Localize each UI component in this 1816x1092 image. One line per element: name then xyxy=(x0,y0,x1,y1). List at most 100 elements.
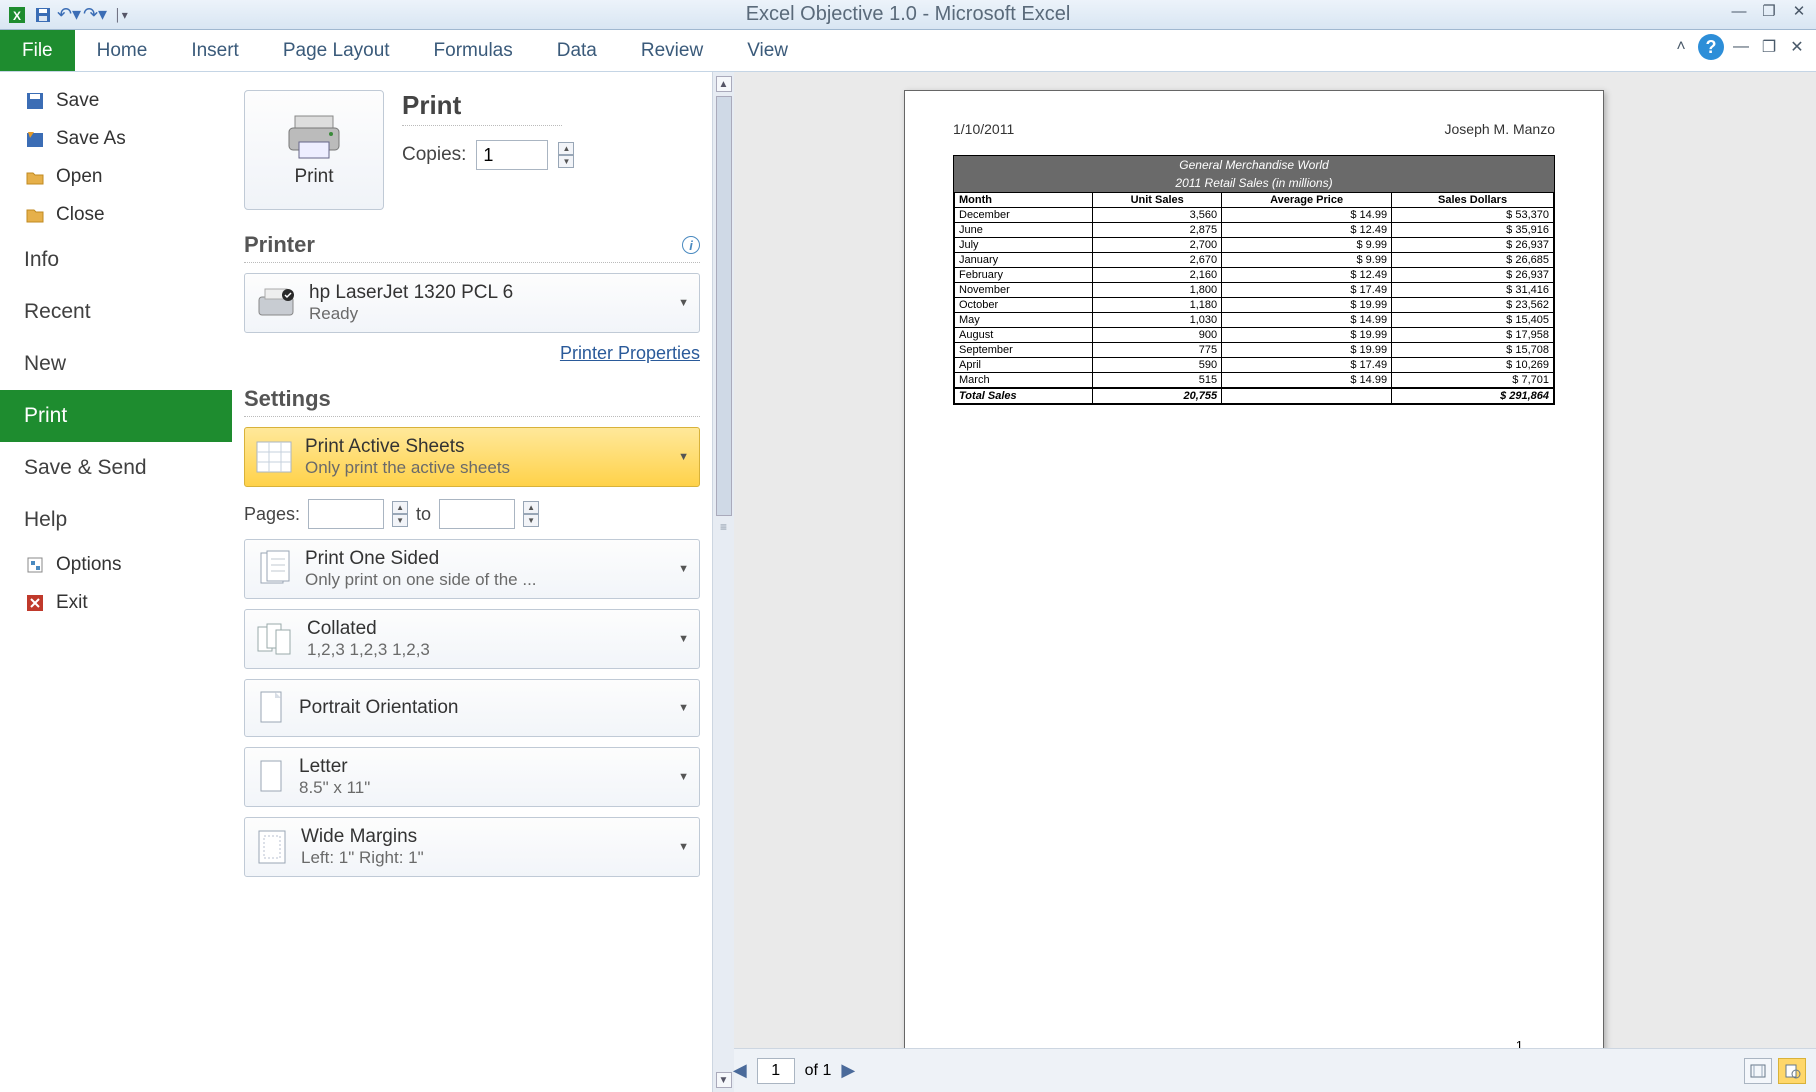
printer-info-icon[interactable]: i xyxy=(682,236,700,254)
nav-options[interactable]: Options xyxy=(0,546,232,584)
tab-view[interactable]: View xyxy=(725,30,810,71)
printer-status: Ready xyxy=(309,304,513,324)
next-page-button[interactable]: ▶ xyxy=(841,1060,855,1081)
nav-label: Save & Send xyxy=(24,456,147,480)
page-number-input[interactable] xyxy=(757,1058,795,1084)
nav-help[interactable]: Help xyxy=(0,494,232,546)
tab-formulas[interactable]: Formulas xyxy=(412,30,535,71)
preview-navbar: ◀ of 1 ▶ xyxy=(734,1048,1816,1092)
tab-review[interactable]: Review xyxy=(619,30,725,71)
minimize-button[interactable]: — xyxy=(1726,2,1752,20)
scroll-thumb[interactable] xyxy=(716,96,732,516)
margins-icon xyxy=(255,827,289,867)
sides-sub: Only print on one side of the ... xyxy=(305,570,537,590)
printer-icon xyxy=(255,285,297,321)
printer-selector[interactable]: hp LaserJet 1320 PCL 6 Ready ▼ xyxy=(244,273,700,333)
dropdown-arrow-icon: ▼ xyxy=(678,297,689,309)
table-row: June2,875$ 12.49$ 35,916 xyxy=(955,223,1554,238)
zoom-to-page-button[interactable] xyxy=(1778,1058,1806,1084)
scroll-down-icon[interactable]: ▼ xyxy=(716,1072,732,1088)
table-row: October1,180$ 19.99$ 23,562 xyxy=(955,298,1554,313)
nav-new[interactable]: New xyxy=(0,338,232,390)
nav-open[interactable]: Open xyxy=(0,158,232,196)
undo-icon[interactable]: ↶▾ xyxy=(58,4,80,26)
quick-access-toolbar: X ↶▾ ↷▾ │▾ xyxy=(0,4,138,26)
exit-icon xyxy=(24,592,46,614)
preview-canvas: 1/10/2011 Joseph M. Manzo General Mercha… xyxy=(734,72,1816,1048)
backstage-nav: Save Save As Open Close Info Recent New … xyxy=(0,72,232,1092)
nav-print[interactable]: Print xyxy=(0,390,232,442)
nav-exit[interactable]: Exit xyxy=(0,584,232,622)
tab-data[interactable]: Data xyxy=(535,30,619,71)
pages-to-input[interactable] xyxy=(439,499,515,529)
titlebar: X ↶▾ ↷▾ │▾ Excel Objective 1.0 - Microso… xyxy=(0,0,1816,30)
sheets-icon xyxy=(255,440,293,474)
copies-spinner: ▲ ▼ xyxy=(558,142,574,168)
paper-icon xyxy=(255,757,287,797)
margins-selector[interactable]: Wide Margins Left: 1" Right: 1" ▼ xyxy=(244,817,700,877)
tab-home[interactable]: Home xyxy=(75,30,170,71)
doc-restore-button[interactable]: ❐ xyxy=(1758,38,1780,56)
total-label: Total Sales xyxy=(955,388,1093,404)
nav-recent[interactable]: Recent xyxy=(0,286,232,338)
print-what-title: Print Active Sheets xyxy=(305,436,510,458)
file-tab[interactable]: File xyxy=(0,30,75,71)
collated-icon xyxy=(255,621,295,657)
print-heading: Print xyxy=(402,90,562,126)
doc-minimize-button[interactable]: — xyxy=(1730,38,1752,56)
svg-text:X: X xyxy=(13,9,21,23)
copies-input[interactable] xyxy=(476,140,548,170)
scroll-grip-icon: ≡ xyxy=(720,520,727,534)
dropdown-arrow-icon: ▼ xyxy=(678,702,689,714)
nav-save[interactable]: Save xyxy=(0,82,232,120)
help-icon[interactable]: ? xyxy=(1698,34,1724,60)
print-pane-scrollbar[interactable]: ▲ ≡ ▼ xyxy=(712,72,734,1092)
nav-save-as[interactable]: Save As xyxy=(0,120,232,158)
save-icon[interactable] xyxy=(32,4,54,26)
print-button[interactable]: Print xyxy=(244,90,384,210)
orientation-selector[interactable]: Portrait Orientation ▼ xyxy=(244,679,700,737)
spinner-down-icon[interactable]: ▼ xyxy=(392,514,408,527)
spinner-up-icon[interactable]: ▲ xyxy=(558,142,574,155)
nav-label: Exit xyxy=(56,592,88,614)
spinner-down-icon[interactable]: ▼ xyxy=(523,514,539,527)
prev-page-button[interactable]: ◀ xyxy=(733,1060,747,1081)
spinner-up-icon[interactable]: ▲ xyxy=(523,501,539,514)
dropdown-arrow-icon: ▼ xyxy=(678,633,689,645)
print-what-selector[interactable]: Print Active Sheets Only print the activ… xyxy=(244,427,700,487)
table-row: May1,030$ 14.99$ 15,405 xyxy=(955,313,1554,328)
nav-close[interactable]: Close xyxy=(0,196,232,234)
close-button[interactable]: ✕ xyxy=(1786,2,1812,20)
printer-properties-link[interactable]: Printer Properties xyxy=(244,343,700,364)
minimize-ribbon-icon[interactable]: ˄ xyxy=(1670,38,1692,56)
redo-icon[interactable]: ↷▾ xyxy=(84,4,106,26)
excel-app-icon: X xyxy=(6,4,28,26)
preview-header-author: Joseph M. Manzo xyxy=(1445,121,1556,137)
table-row: August900$ 19.99$ 17,958 xyxy=(955,328,1554,343)
restore-button[interactable]: ❐ xyxy=(1756,2,1782,20)
nav-save-send[interactable]: Save & Send xyxy=(0,442,232,494)
col-unit-sales: Unit Sales xyxy=(1093,193,1222,208)
ribbon: File Home Insert Page Layout Formulas Da… xyxy=(0,30,1816,72)
scroll-up-icon[interactable]: ▲ xyxy=(716,76,732,92)
preview-header-date: 1/10/2011 xyxy=(953,121,1014,137)
table-row: February2,160$ 12.49$ 26,937 xyxy=(955,268,1554,283)
printer-heading-label: Printer xyxy=(244,232,315,258)
tab-insert[interactable]: Insert xyxy=(169,30,261,71)
nav-info[interactable]: Info xyxy=(0,234,232,286)
doc-close-button[interactable]: ✕ xyxy=(1786,38,1808,56)
sides-selector[interactable]: Print One Sided Only print on one side o… xyxy=(244,539,700,599)
pages-range-row: Pages: ▲▼ to ▲▼ xyxy=(244,499,700,529)
collate-selector[interactable]: Collated 1,2,3 1,2,3 1,2,3 ▼ xyxy=(244,609,700,669)
printer-section-heading: Printer i xyxy=(244,232,700,263)
pages-from-input[interactable] xyxy=(308,499,384,529)
tab-page-layout[interactable]: Page Layout xyxy=(261,30,412,71)
show-margins-button[interactable] xyxy=(1744,1058,1772,1084)
dropdown-arrow-icon: ▼ xyxy=(678,451,689,463)
paper-size-selector[interactable]: Letter 8.5" x 11" ▼ xyxy=(244,747,700,807)
qat-customize-icon[interactable]: │▾ xyxy=(110,4,132,26)
spinner-down-icon[interactable]: ▼ xyxy=(558,155,574,168)
window-title: Excel Objective 1.0 - Microsoft Excel xyxy=(746,3,1071,26)
spinner-up-icon[interactable]: ▲ xyxy=(392,501,408,514)
preview-page-number: 1 xyxy=(1516,1038,1523,1048)
